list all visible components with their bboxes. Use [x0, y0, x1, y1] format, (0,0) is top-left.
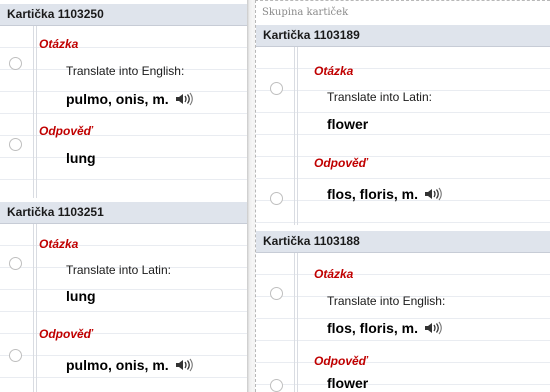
speaker-icon[interactable]: [175, 92, 193, 109]
punch-hole: [9, 349, 22, 362]
term-text: flos, floris, m.: [327, 320, 419, 336]
margin-line: [297, 253, 298, 392]
margin-line: [297, 47, 298, 225]
margin-line: [36, 224, 37, 392]
margin-line: [294, 253, 295, 392]
card-body: Otázka Translate into Latin: lung Odpově…: [0, 224, 247, 392]
question-term: pulmo, onis, m.: [66, 91, 193, 109]
prompt-text: Translate into English:: [66, 64, 185, 78]
question-term: lung: [66, 288, 96, 304]
term-text: pulmo, onis, m.: [66, 357, 169, 373]
flashcard: Kartička 1103251 Otázka Translate into L…: [0, 202, 247, 392]
card-title: Kartička 1103250: [0, 4, 247, 26]
margin-line: [33, 26, 34, 198]
margin-line: [36, 26, 37, 198]
margin-line: [294, 47, 295, 225]
speaker-icon[interactable]: [175, 358, 193, 375]
prompt-text: Translate into English:: [327, 294, 446, 308]
margin-line: [33, 224, 34, 392]
question-term: flower: [327, 116, 369, 132]
left-card-column: Kartička 1103250 Otázka Translate into E…: [0, 0, 247, 392]
answer-label: Odpověď: [314, 156, 368, 170]
answer-term: flower: [327, 375, 369, 391]
card-body: Otázka Translate into Latin: flower Odpo…: [256, 47, 550, 225]
flashcard: Kartička 1103250 Otázka Translate into E…: [0, 4, 247, 198]
card-title: Kartička 1103251: [0, 202, 247, 224]
card-group: Skupina kartiček Kartička 1103189 Otázka…: [255, 0, 550, 392]
flashcard: Kartička 1103189 Otázka Translate into L…: [256, 25, 550, 225]
answer-term: pulmo, onis, m.: [66, 357, 193, 375]
group-label: Skupina kartiček: [262, 7, 349, 18]
question-label: Otázka: [39, 237, 79, 251]
term-text: pulmo, onis, m.: [66, 91, 169, 107]
answer-label: Odpověď: [39, 124, 93, 138]
punch-hole: [9, 138, 22, 151]
prompt-text: Translate into Latin:: [327, 90, 432, 104]
term-text: flos, floris, m.: [327, 186, 419, 202]
punch-hole: [9, 257, 22, 270]
answer-label: Odpověď: [39, 327, 93, 341]
card-body: Otázka Translate into English: pulmo, on…: [0, 26, 247, 198]
question-label: Otázka: [314, 64, 354, 78]
speaker-icon[interactable]: [424, 187, 442, 204]
punch-hole: [9, 57, 22, 70]
speaker-icon[interactable]: [424, 321, 442, 338]
prompt-text: Translate into Latin:: [66, 263, 171, 277]
answer-term: lung: [66, 150, 96, 166]
card-title: Kartička 1103188: [256, 231, 550, 253]
punch-hole: [270, 379, 283, 392]
punch-hole: [270, 82, 283, 95]
card-title: Kartička 1103189: [256, 25, 550, 47]
right-card-column: Skupina kartiček Kartička 1103189 Otázka…: [253, 0, 550, 392]
punch-hole: [270, 287, 283, 300]
punch-hole: [270, 192, 283, 205]
flashcard: Kartička 1103188 Otázka Translate into E…: [256, 231, 550, 392]
card-body: Otázka Translate into English: flos, flo…: [256, 253, 550, 392]
question-term: flos, floris, m.: [327, 320, 442, 338]
question-label: Otázka: [39, 37, 79, 51]
question-label: Otázka: [314, 267, 354, 281]
answer-label: Odpověď: [314, 354, 368, 368]
answer-term: flos, floris, m.: [327, 186, 442, 204]
